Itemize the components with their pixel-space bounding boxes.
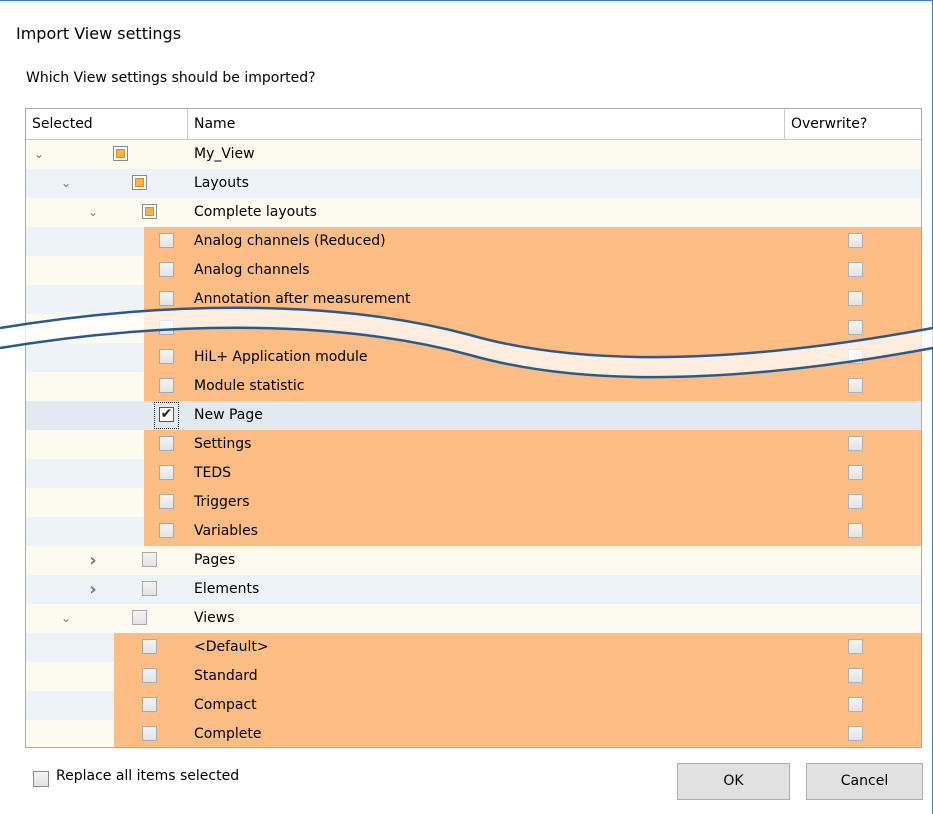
replace-all-label[interactable]: Replace all items selected: [56, 768, 239, 784]
cancel-button[interactable]: Cancel: [806, 763, 923, 800]
ok-button[interactable]: OK: [677, 763, 790, 800]
replace-all-checkbox[interactable]: [33, 771, 49, 787]
omission-wave: [0, 306, 933, 379]
wave-band: [0, 307, 933, 378]
